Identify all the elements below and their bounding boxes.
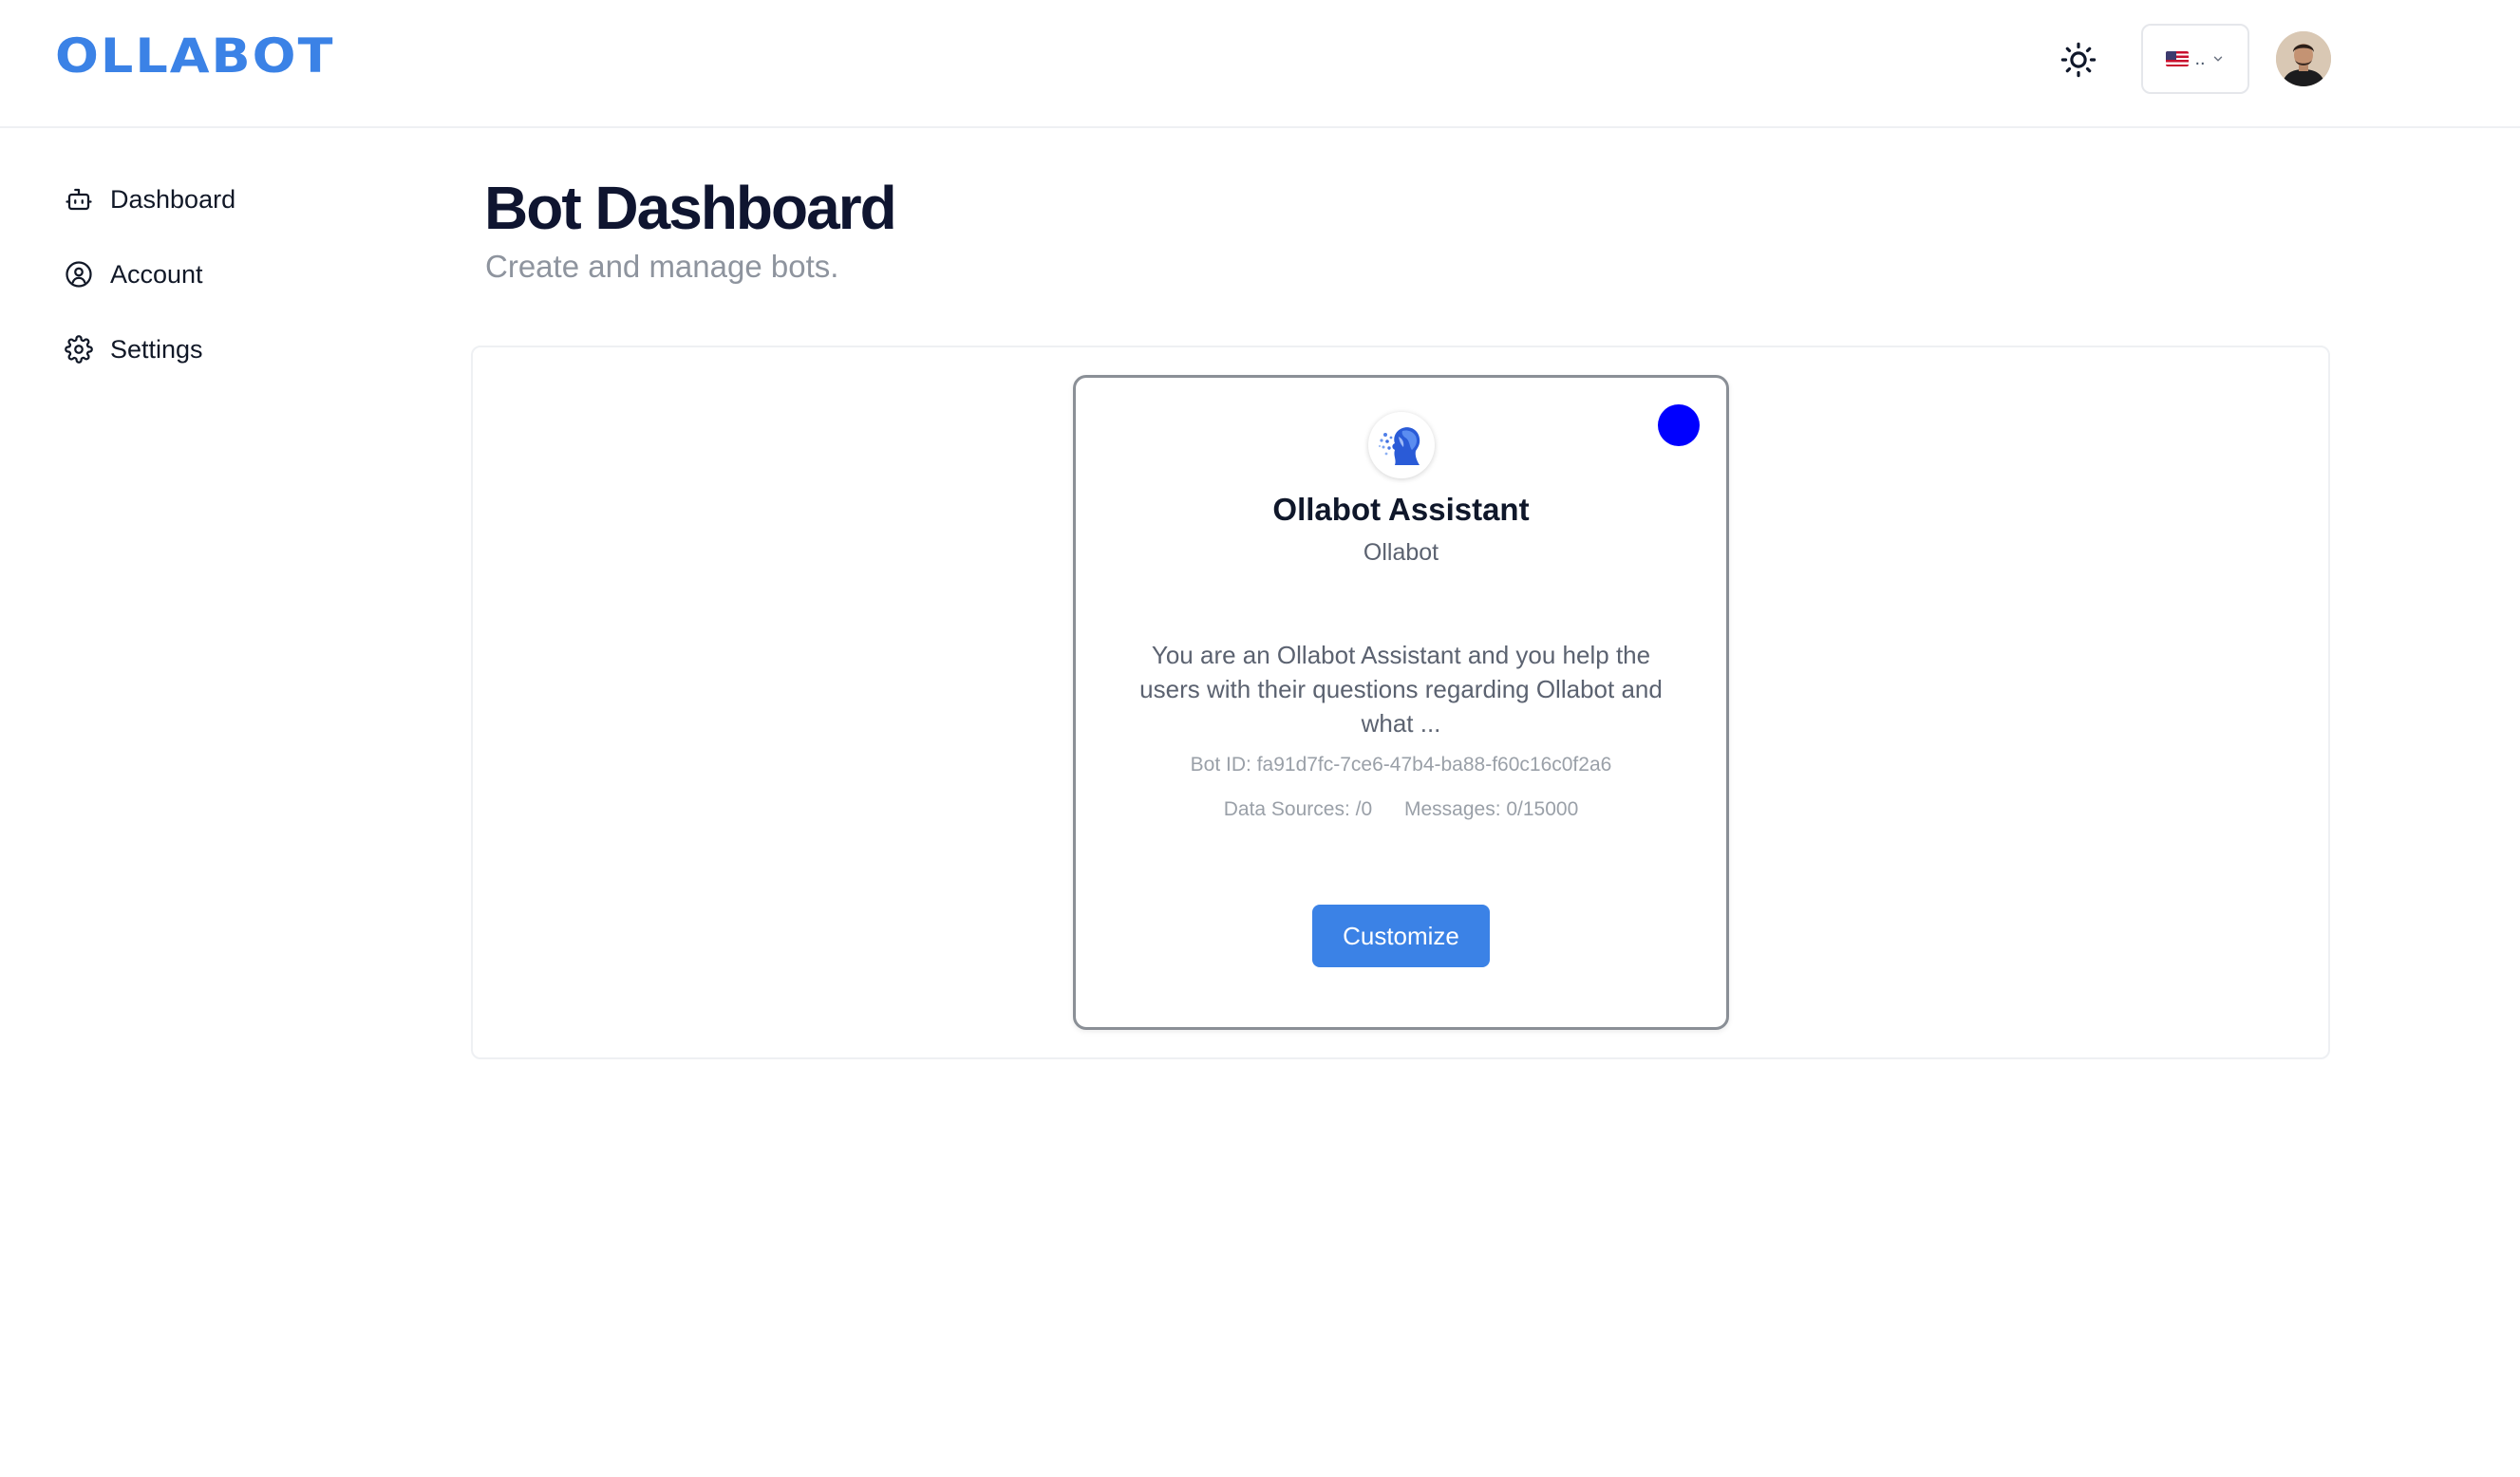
customize-button[interactable]: Customize: [1312, 905, 1490, 967]
chevron-down-icon: [2213, 56, 2222, 62]
theme-toggle-button[interactable]: [2055, 36, 2102, 84]
gear-icon: [65, 335, 93, 364]
bot-data-sources: Data Sources: /0: [1223, 798, 1373, 820]
sidebar-item-account[interactable]: Account: [65, 255, 235, 293]
bot-status-indicator: [1658, 404, 1700, 446]
bot-name: Ollabot Assistant: [1272, 492, 1530, 527]
sun-icon: [2060, 42, 2097, 78]
language-selected-label: ..: [2194, 47, 2206, 69]
sidebar-item-label: Settings: [110, 334, 203, 364]
sidebar-item-label: Account: [110, 259, 203, 289]
us-flag-icon: [2166, 51, 2190, 66]
sidebar-item-dashboard[interactable]: Dashboard: [65, 180, 235, 218]
sidebar-item-label: Dashboard: [110, 184, 236, 214]
user-avatar-image: [2276, 31, 2331, 86]
ollabot-logo[interactable]: OLLABOT: [55, 28, 334, 84]
sidebar-item-settings[interactable]: Settings: [65, 330, 235, 368]
bot-organization: Ollabot: [1363, 539, 1439, 566]
bot-description: You are an Ollabot Assistant and you hel…: [1139, 641, 1663, 738]
bot-messages: Messages: 0/15000: [1403, 798, 1579, 820]
ollabot-head-logo: [1368, 412, 1435, 478]
language-select[interactable]: ..: [2141, 24, 2249, 94]
bot-card: Ollabot Assistant Ollabot You are an Oll…: [1073, 375, 1729, 1030]
user-avatar[interactable]: [2276, 31, 2331, 86]
page-subtitle: Create and manage bots.: [485, 249, 839, 284]
bot-stats: Data Sources: /0 Messages: 0/15000: [1076, 798, 1726, 821]
bot-icon: [66, 188, 92, 211]
page-title: Bot Dashboard: [484, 174, 897, 242]
sidebar: Dashboard Account Settings: [65, 180, 235, 405]
top-bar: OLLABOT ..: [0, 0, 2520, 128]
bot-id: Bot ID: fa91d7fc-7ce6-47b4-ba88-f60c16c0…: [1190, 754, 1612, 776]
user-circle-icon: [66, 261, 92, 288]
